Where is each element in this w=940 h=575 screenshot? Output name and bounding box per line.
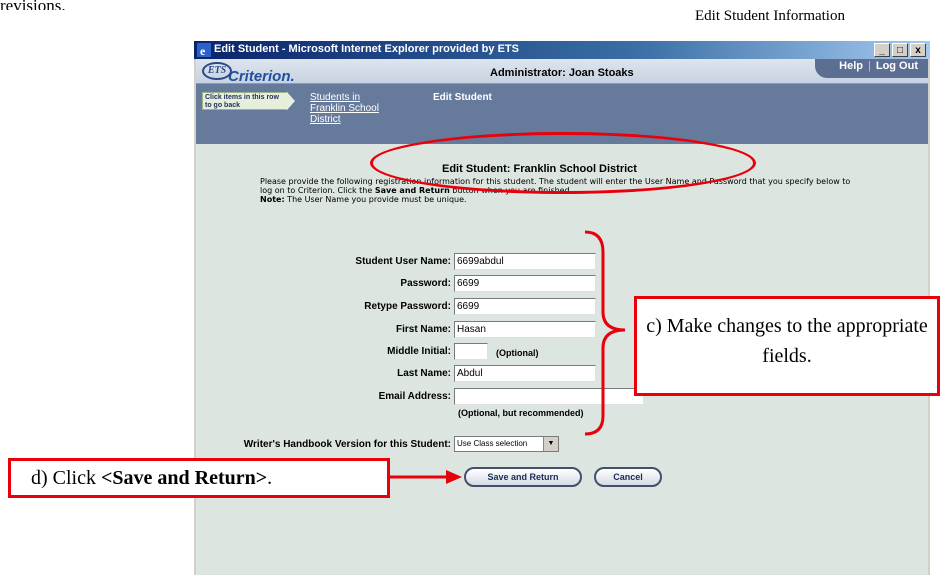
callout-click-save: d) Click <Save and Return>. xyxy=(8,458,390,498)
callout-make-changes: c) Make changes to the appropriate field… xyxy=(634,296,940,396)
callout-d-bold: <Save and Return> xyxy=(101,467,268,489)
callout-d-suffix: . xyxy=(267,467,273,489)
callout-d-prefix: d) Click xyxy=(31,467,101,489)
